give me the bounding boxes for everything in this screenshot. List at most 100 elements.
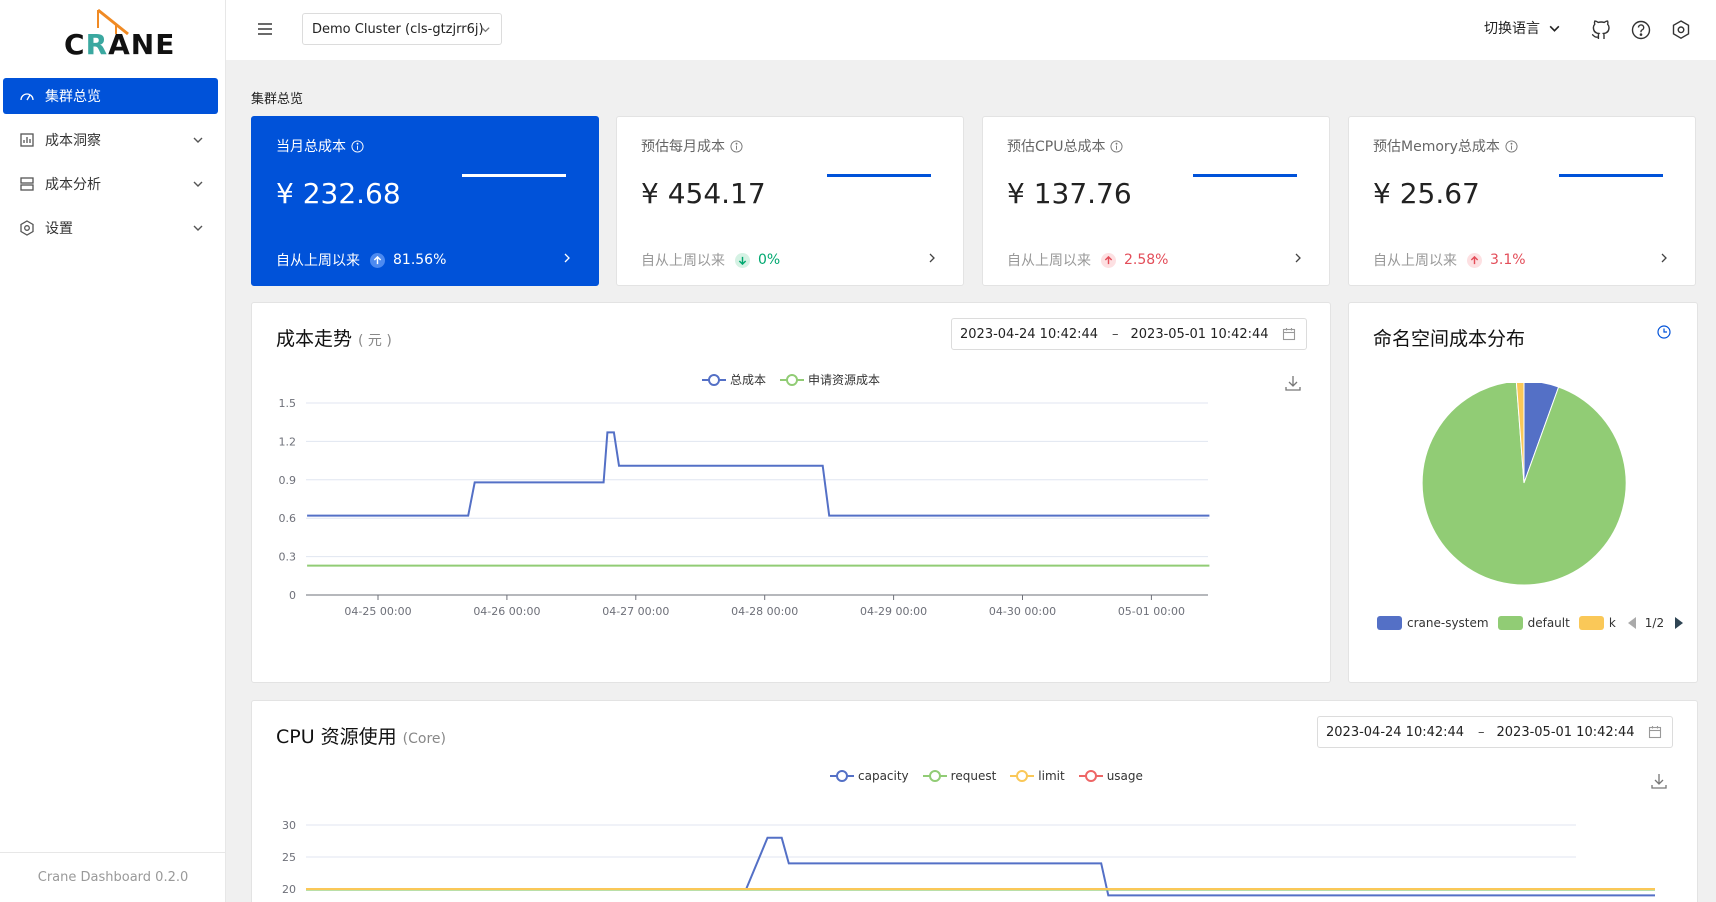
stat-label: 预估Memory总成本 [1373,136,1518,156]
namespace-cost-panel: 命名空间成本分布 crane-system default k 1/2 [1348,302,1698,683]
chevron-right-icon[interactable] [1659,253,1669,263]
legend-label: usage [1106,769,1143,783]
triangle-left-icon[interactable] [1627,616,1637,630]
date-range-picker[interactable]: 2023-04-24 10:42:44 – 2023-05-01 10:42:4… [1317,716,1673,748]
date-end: 2023-05-01 10:42:44 [1130,326,1269,342]
y-tick-label: 0.9 [279,474,297,487]
cluster-select-value: Demo Cluster (cls-gtzjrr6j) [312,21,484,37]
panel-title: 成本走势( 元 ) [276,328,392,350]
date-start: 2023-04-24 10:42:44 [1326,724,1465,740]
stat-card-cpu-cost[interactable]: 预估CPU总成本 ¥ 137.76 自从上周以来 2.58% [982,116,1330,286]
y-tick-label: 1.5 [279,397,297,410]
sidebar-menu: 集群总览 成本洞察 成本分析 设置 [0,78,226,254]
logo-text: CRANE [64,28,176,61]
cluster-select[interactable]: Demo Cluster (cls-gtzjrr6j) [302,13,502,45]
sidebar-item-label: 成本分析 [45,177,101,193]
language-switch[interactable]: 切换语言 [1484,18,1561,38]
dashboard-icon [19,88,35,104]
chevron-right-icon[interactable] [1293,253,1303,263]
stat-label: 预估每月成本 [641,136,743,156]
chevron-down-icon [193,225,203,231]
chevron-down-icon [481,27,490,33]
calendar-icon [1282,328,1296,341]
legend-item-usage[interactable]: usage [1078,769,1143,783]
date-range-picker[interactable]: 2023-04-24 10:42:44 – 2023-05-01 10:42:4… [951,318,1307,350]
chevron-right-icon[interactable] [562,253,572,263]
legend-swatch [1377,616,1402,630]
stat-trend: 自从上周以来 2.58% [1007,252,1169,269]
legend-marker-icon [830,770,854,782]
stat-card-monthly-cost[interactable]: 当月总成本 ¥ 232.68 自从上周以来 81.56% [251,116,599,286]
legend-item-total-cost[interactable]: 总成本 [702,371,766,388]
crane-logo[interactable]: CRANE [64,8,174,61]
settings-icon [19,220,35,236]
stat-card-estimated-monthly[interactable]: 预估每月成本 ¥ 454.17 自从上周以来 0% [616,116,964,286]
menu-icon[interactable] [256,20,274,38]
triangle-right-icon[interactable] [1674,616,1684,630]
sidebar-item-label: 集群总览 [45,89,101,105]
sidebar-item-cost-analysis[interactable]: 成本分析 [3,166,218,202]
arrow-up-icon [370,252,385,268]
help-icon[interactable] [1630,19,1652,41]
sidebar-item-settings[interactable]: 设置 [3,210,218,246]
x-tick-label: 05-01 00:00 [1118,605,1185,618]
sidebar-item-label: 成本洞察 [45,133,101,149]
y-tick-label: 30 [282,819,296,832]
date-separator: – [1478,724,1485,740]
legend-item-k[interactable]: k [1578,616,1616,630]
arrow-up-icon [1101,252,1116,268]
legend-item-capacity[interactable]: capacity [830,769,909,783]
stat-card-memory-cost[interactable]: 预估Memory总成本 ¥ 25.67 自从上周以来 3.1% [1348,116,1696,286]
chevron-right-icon[interactable] [927,253,937,263]
legend-label: capacity [858,769,909,783]
top-header: Demo Cluster (cls-gtzjrr6j) 切换语言 [226,0,1716,60]
chart-legend: capacity request limit usage [830,769,1143,783]
legend-swatch [1578,616,1604,630]
y-tick-label: 0.3 [279,551,297,564]
legend-marker-icon [702,373,726,386]
namespace-pie-chart [1421,383,1627,586]
legend-label: request [950,769,997,783]
legend-swatch [1497,616,1523,630]
y-tick-label: 20 [282,883,296,896]
legend-marker-icon [1010,770,1035,782]
github-icon[interactable] [1590,19,1612,41]
stat-trend: 自从上周以来 81.56% [276,252,447,269]
legend-item-request-cost[interactable]: 申请资源成本 [780,371,880,388]
chevron-down-icon [1549,25,1560,32]
arrow-down-icon [735,252,750,268]
clock-icon[interactable] [1657,325,1671,339]
download-icon[interactable] [1650,772,1668,790]
stat-value: ¥ 232.68 [276,177,401,210]
y-tick-label: 25 [282,851,296,864]
date-end: 2023-05-01 10:42:44 [1496,724,1635,740]
stat-value: ¥ 137.76 [1007,177,1132,210]
version-label: Crane Dashboard 0.2.0 [0,852,226,902]
info-icon [1110,139,1124,153]
x-tick-label: 04-29 00:00 [860,605,927,618]
sparkline [462,174,566,177]
chevron-down-icon [193,137,203,143]
legend-marker-icon [780,373,805,386]
legend-item-crane-system[interactable]: crane-system [1377,616,1489,630]
download-icon[interactable] [1284,374,1302,392]
sidebar-item-label: 设置 [45,221,73,237]
sidebar-item-cluster-overview[interactable]: 集群总览 [3,78,218,114]
legend-item-default[interactable]: default [1497,616,1570,630]
legend-item-request[interactable]: request [922,769,997,783]
info-icon [730,139,743,153]
sparkline [1559,174,1663,177]
panel-title: 命名空间成本分布 [1373,328,1526,350]
cost-trend-panel: 成本走势( 元 ) 2023-04-24 10:42:44 – 2023-05-… [251,302,1331,683]
stat-label: 预估CPU总成本 [1007,136,1124,156]
stat-trend: 自从上周以来 0% [641,252,781,269]
date-start: 2023-04-24 10:42:44 [960,326,1099,342]
x-tick-label: 04-26 00:00 [473,605,540,618]
sidebar-item-cost-insight[interactable]: 成本洞察 [3,122,218,158]
panel-title: CPU 资源使用 (Core) [276,726,446,748]
settings-icon[interactable] [1670,19,1692,41]
info-icon [1505,139,1518,153]
stat-value: ¥ 25.67 [1373,177,1480,210]
legend-marker-icon [1078,770,1103,782]
legend-item-limit[interactable]: limit [1010,769,1065,783]
